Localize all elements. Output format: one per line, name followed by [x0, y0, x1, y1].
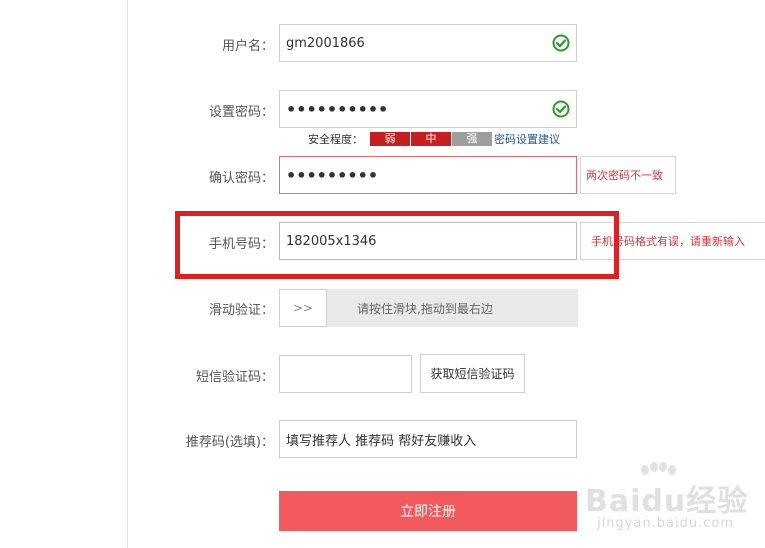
sms-code-input[interactable]: [279, 355, 412, 393]
register-button[interactable]: 立即注册: [279, 491, 577, 531]
watermark-url: jingyan.baidu.com: [597, 516, 734, 531]
confirm-password-error: 两次密码不一致: [580, 156, 676, 194]
username-label: 用户名：: [221, 39, 274, 54]
highlight-annotation-box: [175, 211, 619, 279]
slider-handle[interactable]: >>: [279, 289, 327, 327]
password-value: ••••••••••: [286, 99, 389, 119]
username-input[interactable]: gm2001866: [279, 24, 577, 62]
password-label: 设置密码：: [208, 105, 274, 120]
slider-label: 滑动验证：: [208, 303, 274, 318]
slider-hint: 请按住滑块,拖动到最右边: [357, 301, 493, 316]
watermark-logo: Baidu经验: [585, 484, 749, 519]
page-left-border: [127, 0, 128, 548]
check-circle-icon: [552, 34, 570, 52]
confirm-password-label: 确认密码：: [208, 171, 274, 186]
referral-label: 推荐码(选填)：: [185, 435, 274, 450]
strength-medium: 中: [411, 132, 451, 146]
slider-verification[interactable]: >> 请按住滑块,拖动到最右边: [279, 289, 578, 327]
password-input[interactable]: ••••••••••: [279, 90, 577, 128]
check-circle-icon: [552, 100, 570, 118]
strength-strong: 强: [452, 132, 492, 146]
baidu-watermark: Baidu经验 jingyan.baidu.com: [583, 462, 763, 544]
password-tips-link[interactable]: 密码设置建议: [494, 131, 560, 147]
strength-weak: 弱: [370, 132, 410, 146]
get-sms-code-button[interactable]: 获取短信验证码: [420, 354, 525, 393]
referral-input[interactable]: 填写推荐人 推荐码 帮好友赚收入: [279, 420, 577, 458]
username-value: gm2001866: [286, 35, 365, 51]
sms-code-label: 短信验证码：: [195, 370, 274, 385]
strength-label: 安全程度：: [308, 133, 363, 146]
confirm-password-input[interactable]: •••••••••: [279, 156, 577, 194]
confirm-password-value: •••••••••: [286, 165, 379, 185]
referral-placeholder: 填写推荐人 推荐码 帮好友赚收入: [286, 433, 477, 449]
